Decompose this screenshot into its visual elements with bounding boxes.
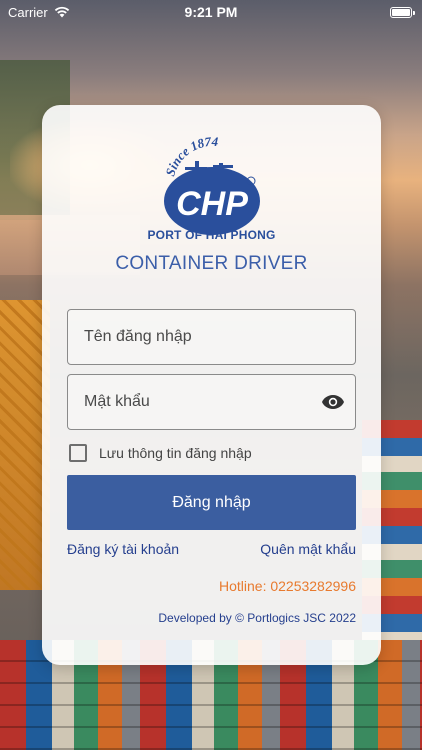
forgot-password-link[interactable]: Quên mật khẩu	[260, 541, 356, 557]
logo-caption: PORT OF HAI PHONG	[147, 228, 276, 242]
login-card: Since 1874 CHP PORT OF HAI PHONG CONTAIN…	[42, 105, 381, 665]
remember-label: Lưu thông tin đăng nhập	[99, 445, 252, 461]
username-input[interactable]	[84, 328, 355, 346]
chp-logo: Since 1874 CHP	[162, 137, 260, 235]
logo-letters: CHP	[176, 185, 248, 223]
toggle-password-button[interactable]	[321, 389, 345, 415]
eye-icon	[322, 395, 344, 409]
battery-fill	[392, 8, 410, 16]
remember-me[interactable]: Lưu thông tin đăng nhập	[69, 444, 252, 462]
hotline-text[interactable]: Hotline: 02253282996	[219, 578, 356, 594]
login-button[interactable]: Đăng nhập	[67, 475, 356, 530]
battery-icon	[390, 6, 415, 18]
status-bar: Carrier 9:21 PM	[0, 0, 422, 24]
remember-checkbox[interactable]	[69, 444, 87, 462]
status-left: Carrier	[8, 5, 70, 20]
wifi-icon	[54, 6, 69, 18]
app-title: CONTAINER DRIVER	[115, 253, 308, 274]
register-link[interactable]: Đăng ký tài khoản	[67, 541, 179, 557]
developer-credit: Developed by © Portlogics JSC 2022	[158, 611, 356, 625]
password-input[interactable]	[84, 393, 321, 411]
username-field[interactable]	[67, 309, 356, 365]
password-field[interactable]	[67, 374, 356, 430]
carrier-label: Carrier	[8, 4, 48, 20]
